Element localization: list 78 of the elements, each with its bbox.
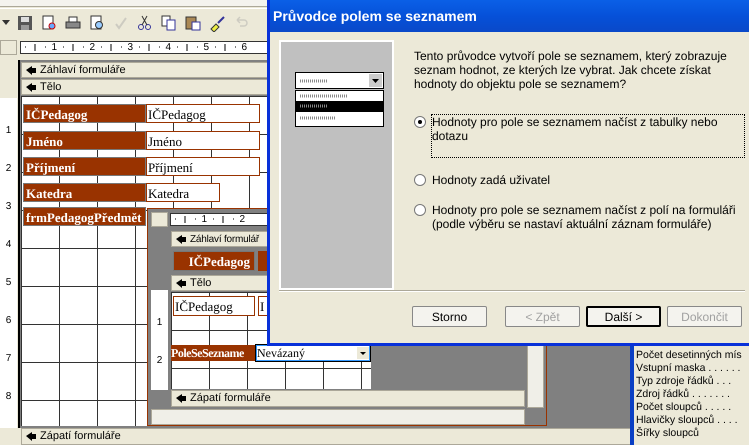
search-file-icon[interactable] bbox=[40, 14, 58, 32]
ruler-number: 6 bbox=[6, 316, 12, 326]
property-name[interactable]: Typ zdroje řádků . . . bbox=[636, 375, 749, 388]
ruler-ticks-icon bbox=[175, 44, 200, 51]
column-header[interactable]: IČPedagog bbox=[173, 251, 255, 271]
radio-button[interactable] bbox=[414, 174, 426, 186]
ruler-ticks-icon bbox=[23, 44, 48, 51]
ruler-ticks-icon bbox=[61, 44, 86, 51]
property-name[interactable]: Počet desetinných mís bbox=[636, 349, 749, 362]
save-icon[interactable] bbox=[16, 14, 34, 32]
combo-box[interactable]: Nevázaný bbox=[256, 345, 370, 361]
combo-label[interactable]: PoleSeSezname bbox=[171, 345, 255, 361]
text-box[interactable]: IČPedagog bbox=[146, 104, 260, 123]
pointer-icon bbox=[176, 234, 186, 244]
field-label[interactable]: Jméno bbox=[23, 131, 146, 150]
ruler-ticks-icon bbox=[137, 44, 162, 51]
ruler-number: 3 bbox=[6, 202, 12, 212]
ruler-number: 1 bbox=[156, 318, 162, 328]
property-name[interactable]: Vstupní maska . . . . . . bbox=[636, 362, 749, 375]
property-name[interactable]: Zdroj řádků . . . . . . . bbox=[636, 388, 749, 401]
ruler-number: 1 bbox=[51, 42, 57, 52]
property-name[interactable]: Hlavičky sloupců . . . . bbox=[636, 414, 749, 427]
brush-icon[interactable] bbox=[208, 14, 226, 32]
ruler-number: 5 bbox=[6, 278, 12, 288]
option-label[interactable]: Hodnoty pro pole se seznamem načíst z polí na formuláři (podle výběru se nastaví aktuální záznam formuláře) bbox=[432, 203, 749, 231]
ruler-ticks-icon bbox=[99, 44, 124, 51]
dialog-button[interactable]: Storno bbox=[412, 306, 487, 327]
radio-button[interactable] bbox=[414, 116, 426, 128]
option-label[interactable]: Hodnoty pro pole se seznamem načíst z tabulky nebo dotazu bbox=[432, 115, 744, 157]
text-box[interactable]: Katedra bbox=[146, 183, 220, 202]
pointer-icon bbox=[176, 278, 186, 288]
dialog-button[interactable]: Další > bbox=[586, 306, 661, 327]
field-label[interactable]: Katedra bbox=[23, 183, 146, 202]
ruler-number: 4 bbox=[6, 240, 12, 250]
property-name[interactable]: Počet sloupců . . . . . bbox=[636, 401, 749, 414]
section-title: Záhlaví formulář bbox=[190, 232, 260, 246]
ruler-number: 3 bbox=[127, 42, 133, 52]
ruler-number: 6 bbox=[241, 42, 247, 52]
cut-icon[interactable] bbox=[136, 14, 154, 32]
ruler-corner bbox=[151, 212, 168, 227]
ruler-number: 2 bbox=[6, 164, 12, 174]
dropdown-arrow-icon[interactable] bbox=[2, 20, 10, 25]
ruler-number: 4 bbox=[165, 42, 171, 52]
section-title: Záhlaví formuláře bbox=[40, 62, 126, 78]
preview-icon[interactable] bbox=[88, 14, 106, 32]
print-icon[interactable] bbox=[64, 14, 82, 32]
text-box[interactable]: Příjmení bbox=[146, 157, 260, 176]
ruler-number: 5 bbox=[203, 42, 209, 52]
horizontal-scrollbar[interactable] bbox=[151, 409, 525, 425]
field-label[interactable]: Příjmení bbox=[23, 157, 146, 176]
window-title: Průvodce polem se seznamem bbox=[273, 6, 477, 26]
ruler-ticks-icon bbox=[211, 216, 236, 223]
ruler-number: 2 bbox=[239, 214, 245, 224]
ruler-number: 8 bbox=[6, 392, 12, 402]
ruler-ticks-icon bbox=[213, 44, 238, 51]
copy-icon[interactable] bbox=[160, 14, 178, 32]
text-box[interactable]: IČPedagog bbox=[173, 296, 255, 316]
ruler-number: 7 bbox=[6, 354, 12, 364]
text-box[interactable]: Jméno bbox=[146, 131, 260, 150]
field-label[interactable]: IČPedagog bbox=[23, 104, 146, 123]
paste-icon[interactable] bbox=[184, 14, 202, 32]
ruler-number: 2 bbox=[156, 356, 162, 366]
ruler-number: 1 bbox=[6, 126, 12, 136]
property-name[interactable]: Šířky sloupců bbox=[636, 427, 749, 440]
ruler-number: 1 bbox=[201, 214, 207, 224]
pointer-icon bbox=[176, 394, 186, 403]
section-title: Tělo bbox=[190, 276, 212, 291]
radio-button[interactable] bbox=[414, 204, 426, 216]
intro-text: Tento průvodce vytvoří pole se seznamem, který zobrazuje seznam hodnot, ze kterých lze vybrat. Jak chcete získat hodnoty do objektu pole se seznamem? bbox=[414, 49, 728, 91]
combo-value: Nevázaný bbox=[257, 345, 306, 362]
section-title: Zápatí formuláře bbox=[190, 391, 271, 406]
ruler-ticks-icon bbox=[173, 216, 198, 223]
section-title: Tělo bbox=[40, 80, 62, 95]
section-title: Zápatí formuláře bbox=[40, 429, 121, 444]
option-label[interactable]: Hodnoty zadá uživatel bbox=[432, 173, 554, 187]
ruler-number: 2 bbox=[89, 42, 95, 52]
pointer-icon bbox=[26, 432, 36, 441]
subform-label[interactable]: frmPedagogPředmět bbox=[23, 207, 146, 226]
